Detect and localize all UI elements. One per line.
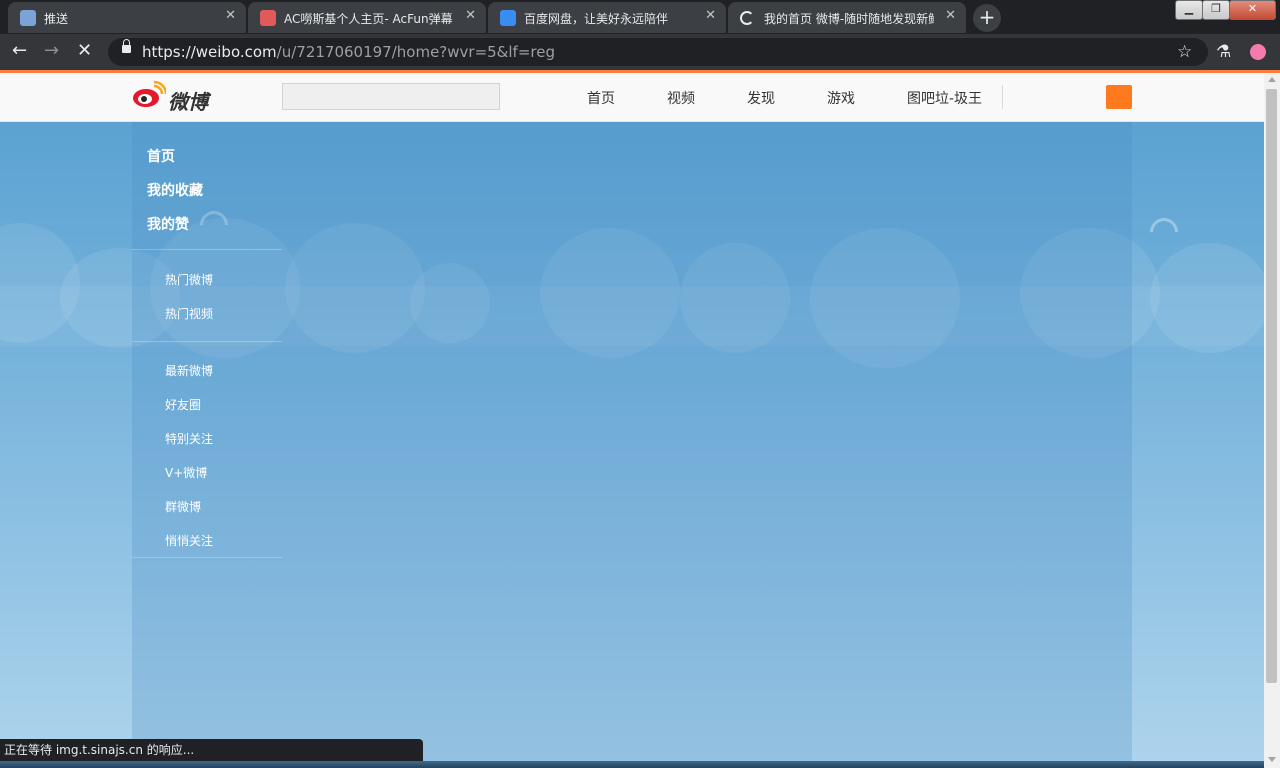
weibo-header: 微博 首页 视频 发现 游戏 图吧垃-圾王 bbox=[0, 73, 1264, 122]
sidebar-divider bbox=[132, 557, 282, 558]
tab-baidu-pan[interactable]: 百度网盘，让美好永远陪伴 ✕ bbox=[488, 2, 726, 33]
nav-video[interactable]: 视频 bbox=[667, 88, 695, 108]
page-scrollbar[interactable] bbox=[1264, 73, 1280, 768]
tab-favicon-icon bbox=[20, 10, 36, 26]
nav-home[interactable]: 首页 bbox=[587, 88, 615, 108]
sidebar-divider bbox=[132, 341, 282, 342]
nav-discover[interactable]: 发现 bbox=[747, 88, 775, 108]
weibo-page: 微博 首页 视频 发现 游戏 图吧垃-圾王 首页 我的收藏 我的赞 热门微博 热… bbox=[0, 73, 1264, 768]
sidebar-item-latest[interactable]: 最新微博 bbox=[165, 362, 213, 379]
close-tab-icon[interactable]: ✕ bbox=[465, 8, 476, 23]
weibo-eye-icon bbox=[133, 80, 168, 107]
minimize-button[interactable]: ▁ bbox=[1175, 0, 1203, 20]
sidebar-item-likes[interactable]: 我的赞 bbox=[147, 214, 189, 234]
sidebar-item-hot-weibo[interactable]: 热门微博 bbox=[165, 271, 213, 288]
scroll-up-icon[interactable] bbox=[1268, 77, 1276, 82]
sidebar-item-secret-follow[interactable]: 悄悄关注 bbox=[165, 532, 213, 549]
compose-button[interactable] bbox=[1106, 85, 1132, 109]
sidebar-divider bbox=[132, 249, 282, 250]
lock-icon bbox=[122, 39, 131, 53]
search-input[interactable] bbox=[282, 83, 500, 110]
sidebar-item-special-follow[interactable]: 特别关注 bbox=[165, 430, 213, 447]
close-tab-icon[interactable]: ✕ bbox=[225, 8, 236, 23]
weibo-logo[interactable]: 微博 bbox=[132, 80, 222, 114]
stop-icon[interactable]: ✕ bbox=[77, 42, 92, 60]
address-bar[interactable]: https://weibo.com/u/7217060197/home?wvr=… bbox=[108, 38, 1208, 66]
nav-divider bbox=[1002, 85, 1003, 109]
tab-favicon-icon bbox=[260, 10, 276, 26]
status-bubble: 正在等待 img.t.sinajs.cn 的响应... bbox=[0, 739, 423, 761]
sidebar-item-group-weibo[interactable]: 群微博 bbox=[165, 498, 201, 515]
os-taskbar bbox=[0, 761, 1264, 768]
window-close-button[interactable]: ✕ bbox=[1229, 0, 1276, 20]
forward-icon[interactable]: → bbox=[44, 42, 59, 60]
back-icon[interactable]: ← bbox=[12, 42, 27, 60]
url-text[interactable]: https://weibo.com/u/7217060197/home?wvr=… bbox=[142, 43, 555, 61]
tab-push[interactable]: 推送 ✕ bbox=[8, 2, 246, 33]
tab-acfun[interactable]: AC嘮斯基个人主页- AcFun弹幕 ✕ bbox=[248, 2, 486, 33]
close-tab-icon[interactable]: ✕ bbox=[705, 8, 716, 23]
sidebar-item-hot-video[interactable]: 热门视频 bbox=[165, 305, 213, 322]
tab-title: 我的首页 微博-随时随地发现新鲜 bbox=[764, 12, 934, 26]
tab-favicon-icon bbox=[500, 10, 516, 26]
tab-weibo-home[interactable]: 我的首页 微博-随时随地发现新鲜 ✕ bbox=[728, 2, 966, 33]
maximize-button[interactable]: ❐ bbox=[1202, 0, 1230, 20]
sidebar-item-friends-circle[interactable]: 好友圈 bbox=[165, 396, 201, 413]
tab-title: 百度网盘，让美好永远陪伴 bbox=[524, 12, 669, 26]
sidebar-item-vplus[interactable]: V+微博 bbox=[165, 464, 207, 481]
sidebar-item-favorites[interactable]: 我的收藏 bbox=[147, 180, 203, 200]
close-tab-icon[interactable]: ✕ bbox=[945, 8, 956, 23]
tab-strip: 推送 ✕ AC嘮斯基个人主页- AcFun弹幕 ✕ 百度网盘，让美好永远陪伴 ✕… bbox=[0, 0, 1280, 34]
nav-user-profile[interactable]: 图吧垃-圾王 bbox=[907, 88, 982, 108]
tab-title: 推送 bbox=[44, 12, 69, 26]
new-tab-button[interactable]: + bbox=[973, 4, 1001, 32]
scroll-thumb[interactable] bbox=[1266, 89, 1277, 683]
loading-spinner-icon bbox=[740, 11, 754, 25]
profile-icon[interactable] bbox=[1250, 44, 1266, 60]
extension-icon[interactable]: ⚗ bbox=[1216, 42, 1231, 62]
star-icon[interactable]: ☆ bbox=[1177, 42, 1192, 62]
sidebar-item-home[interactable]: 首页 bbox=[147, 146, 175, 166]
scroll-down-icon[interactable] bbox=[1268, 757, 1276, 762]
tab-title: AC嘮斯基个人主页- AcFun弹幕 bbox=[284, 12, 453, 26]
logo-text: 微博 bbox=[168, 90, 208, 114]
nav-games[interactable]: 游戏 bbox=[827, 88, 855, 108]
main-content-area bbox=[132, 121, 1132, 768]
